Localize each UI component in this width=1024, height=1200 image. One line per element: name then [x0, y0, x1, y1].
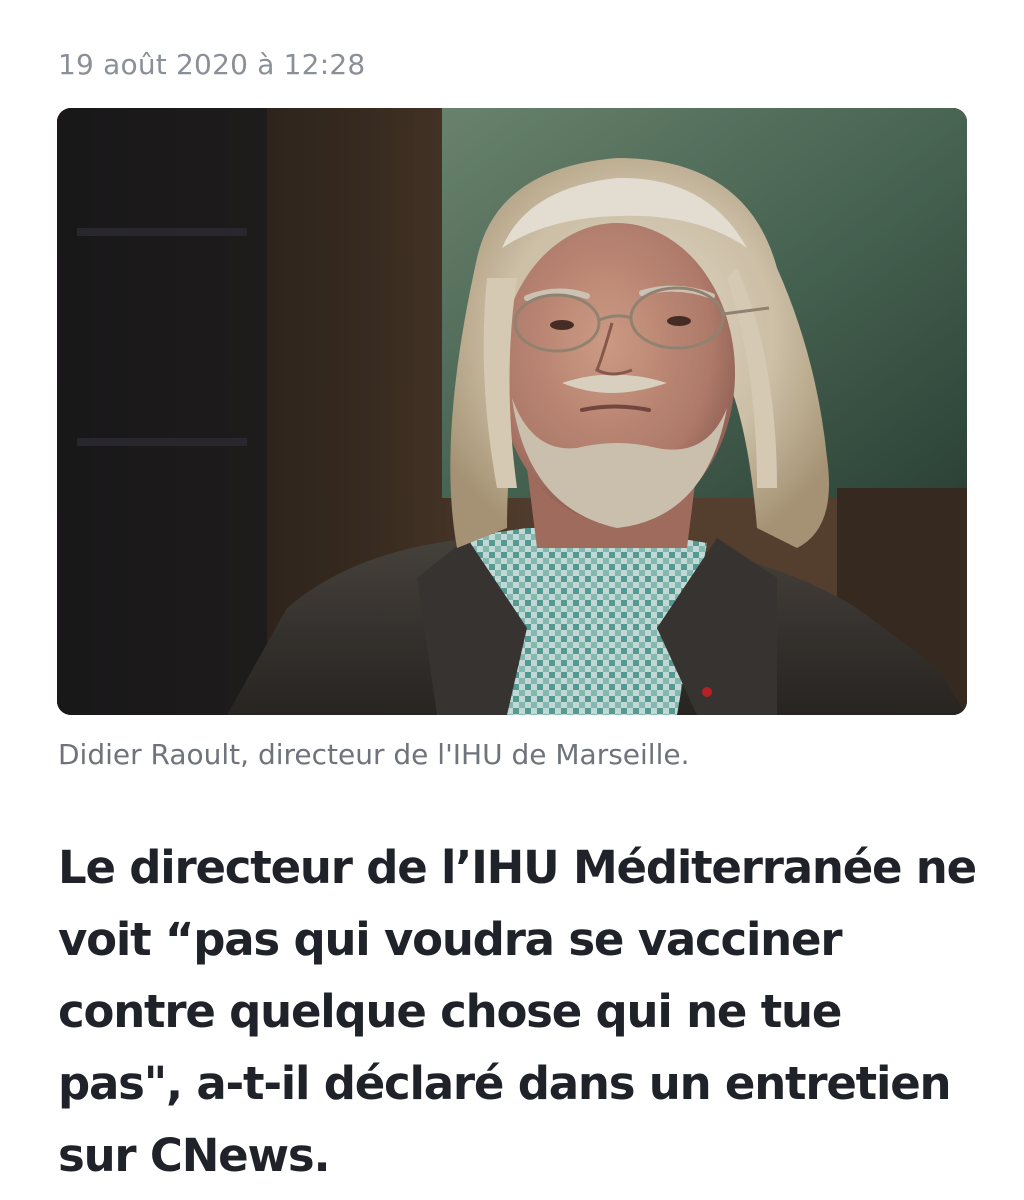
portrait-photo [57, 108, 967, 715]
article: 19 août 2020 à 12:28 Didier Raoult, dire… [0, 0, 1024, 1200]
photo-caption: Didier Raoult, directeur de l'IHU de Mar… [58, 738, 690, 771]
article-headline: Le directeur de l’IHU Méditerranée ne vo… [58, 841, 977, 1182]
article-photo[interactable] [57, 108, 967, 715]
article-timestamp: 19 août 2020 à 12:28 [58, 48, 366, 81]
